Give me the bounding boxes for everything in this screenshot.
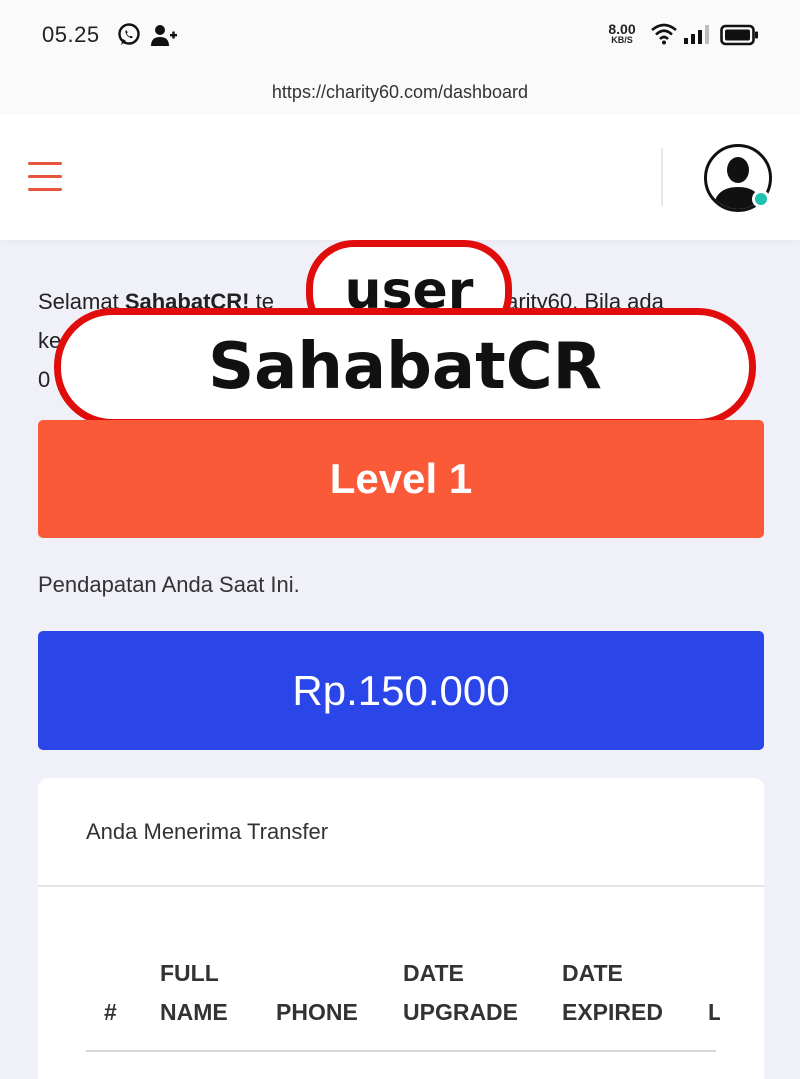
card-title: Anda Menerima Transfer <box>86 819 329 844</box>
hamburger-menu-icon[interactable] <box>28 162 64 192</box>
card-divider <box>38 885 764 887</box>
nav-divider <box>661 148 663 206</box>
level-badge: Level 1 <box>38 420 764 538</box>
level-label: Level 1 <box>329 455 473 502</box>
income-amount-box: Rp.150.000 <box>38 631 764 750</box>
income-label: Pendapatan Anda Saat Ini. <box>38 572 300 597</box>
transfer-card: Anda Menerima Transfer # FULL NAME PHONE… <box>38 778 764 1079</box>
column-header-truncated: L <box>708 999 720 1025</box>
top-navbar <box>0 114 800 240</box>
wifi-icon <box>651 23 677 45</box>
battery-icon <box>720 24 758 46</box>
column-header-phone: PHONE <box>276 999 358 1025</box>
annotation-username-label: SahabatCR <box>54 308 756 426</box>
column-header-full-name: FULL NAME <box>160 960 228 1025</box>
whatsapp-icon <box>118 23 140 45</box>
signal-icon <box>684 25 709 44</box>
table-header-divider <box>86 1050 716 1052</box>
status-bar: 05.25 8.00 KB/S <box>0 0 800 72</box>
column-header-number: # <box>104 999 117 1025</box>
address-bar[interactable]: https://charity60.com/dashboard <box>0 72 800 114</box>
income-amount: Rp.150.000 <box>292 667 510 714</box>
status-time: 05.25 <box>42 22 100 47</box>
column-header-date-expired: DATE EXPIRED <box>562 960 663 1025</box>
online-status-dot <box>752 190 770 208</box>
column-header-date-upgrade: DATE UPGRADE <box>403 960 519 1025</box>
add-person-icon <box>151 25 177 46</box>
url-text[interactable]: https://charity60.com/dashboard <box>272 82 528 102</box>
network-speed: 8.00 KB/S <box>608 21 636 45</box>
